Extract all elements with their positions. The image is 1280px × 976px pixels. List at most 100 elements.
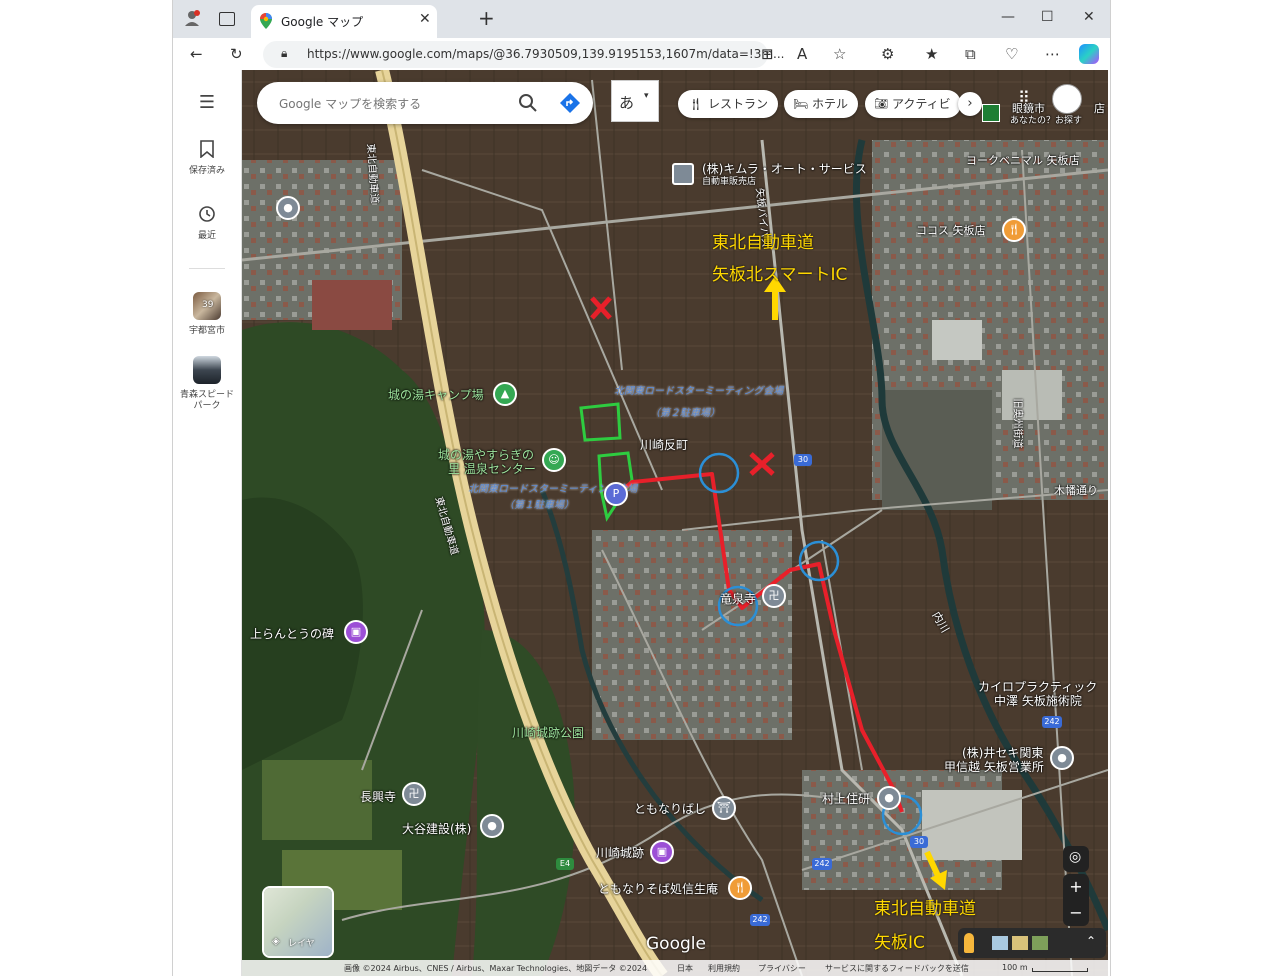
bookmark-icon[interactable] — [173, 140, 241, 162]
saved-label[interactable]: 保存済み — [173, 166, 241, 177]
label-iseki-2[interactable]: 甲信越 矢板営業所 — [944, 758, 1044, 775]
label-murakami[interactable]: 村上住研 — [822, 790, 870, 807]
label-ryusenji[interactable]: 竜泉寺 — [720, 590, 756, 607]
menu-icon[interactable]: ☰ — [173, 92, 241, 113]
chip-restaurant-label: レストラン — [708, 97, 769, 111]
recent-place-aomori-label[interactable]: 青森スピードパーク — [173, 390, 241, 412]
label-camp[interactable]: 城の湯キャンプ場 — [388, 386, 484, 403]
extensions-icon[interactable]: ⚙ — [881, 45, 894, 63]
zoom-in-button[interactable]: + — [1063, 874, 1089, 900]
app-available-icon[interactable]: ⊞ — [761, 45, 774, 63]
onsen-pin-icon[interactable]: ☺ — [542, 448, 566, 472]
label-tomonaribashi[interactable]: ともなりばし — [634, 800, 706, 817]
chip-activity[interactable]: 📷︎ アクティビ — [865, 90, 961, 118]
satellite-imagery[interactable] — [242, 70, 1108, 976]
favorite-star-icon[interactable]: ☆ — [833, 45, 846, 63]
castle-pin-icon[interactable]: ▣ — [650, 840, 674, 864]
store-pin-icon[interactable] — [982, 104, 1000, 122]
history-icon[interactable] — [173, 205, 241, 227]
recent-place-utsunomiya-label[interactable]: 宇都宮市 — [173, 326, 241, 337]
iseki-pin-icon[interactable]: ● — [1050, 746, 1074, 770]
footer-feedback-link[interactable]: サービスに関するフィードバックを送信 — [825, 963, 969, 974]
monument-pin-icon[interactable]: ▣ — [344, 620, 368, 644]
account-avatar[interactable] — [1052, 84, 1082, 114]
label-kawasaki-tanmachi[interactable]: 川崎反町 — [640, 436, 688, 453]
profile-icon[interactable] — [183, 9, 201, 27]
minimize-icon[interactable]: — — [1001, 9, 1015, 25]
ime-dropdown-icon[interactable]: ▾ — [644, 91, 649, 101]
bridge-pin-icon[interactable]: ⛩ — [712, 796, 736, 820]
annotation-south-ic-line2: 矢板IC — [874, 933, 925, 953]
lock-icon[interactable]: 🔒︎ — [281, 46, 287, 61]
soba-pin-icon[interactable]: 🍴︎ — [728, 876, 752, 900]
camera-icon: 📷︎ — [874, 97, 888, 110]
label-onsen-2[interactable]: 里 温泉センター — [448, 460, 536, 477]
parking-pin-icon[interactable]: P — [604, 482, 628, 506]
label-kawasaki-park[interactable]: 川崎城跡公園 — [512, 724, 584, 741]
pegman-icon[interactable] — [964, 933, 974, 953]
bottom-map-controls: ⌃ — [958, 928, 1106, 958]
label-york[interactable]: ヨークベニマル 矢板店 — [966, 152, 1080, 168]
label-kamiran[interactable]: 上らんとうの碑 — [250, 625, 334, 642]
footer-country[interactable]: 日本 — [677, 963, 693, 974]
route-shield-30-north: 30 — [794, 454, 812, 466]
label-kawasaki-castle[interactable]: 川崎城跡 — [596, 844, 644, 861]
recent-place-aomori[interactable] — [193, 356, 221, 384]
map-canvas[interactable]: あ ▾ 🍴︎ レストラン 🛏︎ ホテル 📷︎ アクティビ › ⠿ (株)キムラ・… — [242, 70, 1108, 976]
directions-icon[interactable] — [559, 92, 581, 114]
label-soba[interactable]: ともなりそば処信生庵 — [598, 880, 718, 897]
company-pin-icon[interactable]: ● — [480, 814, 504, 838]
scale-bar — [1032, 968, 1088, 972]
temple-pin-icon-chokoji[interactable]: 卍 — [402, 782, 426, 806]
browser-essentials-icon[interactable]: ♡ — [1005, 45, 1018, 63]
search-icon[interactable] — [517, 92, 539, 114]
camp-pin-icon[interactable]: ▲ — [493, 382, 517, 406]
layer-label: レイヤ — [288, 939, 315, 949]
chip-restaurant[interactable]: 🍴︎ レストラン — [678, 90, 778, 118]
reload-icon[interactable]: ↻ — [230, 45, 243, 63]
close-window-icon[interactable]: ✕ — [1083, 9, 1095, 25]
kimura-pin-icon[interactable] — [672, 163, 694, 185]
recent-label[interactable]: 最近 — [173, 231, 241, 242]
place-pin-icon[interactable]: ● — [276, 196, 300, 220]
url-bar[interactable]: 🔒︎ https://www.google.com/maps/@36.79305… — [263, 41, 785, 68]
more-menu-icon[interactable]: ⋯ — [1045, 45, 1060, 63]
label-chiro-2[interactable]: 中澤 矢板施術院 — [994, 692, 1082, 709]
collections-icon[interactable]: ⧉ — [965, 45, 976, 63]
title-bar: Google マップ ✕ + — ☐ ✕ — [173, 0, 1110, 38]
tab-google-maps[interactable]: Google マップ ✕ — [251, 5, 437, 38]
chips-next-button[interactable]: › — [958, 92, 982, 116]
layer-toggle-button[interactable]: ◈ レイヤ — [262, 886, 334, 958]
maximize-icon[interactable]: ☐ — [1041, 9, 1054, 25]
my-location-icon: ◎ — [1069, 849, 1082, 865]
my-location-button[interactable]: ◎ — [1063, 846, 1089, 872]
footer-privacy-link[interactable]: プライバシー — [758, 963, 806, 974]
scale-label[interactable]: 100 m — [1002, 963, 1028, 972]
footer-terms-link[interactable]: 利用規約 — [708, 963, 740, 974]
temple-pin-icon-ryusenji[interactable]: 卍 — [762, 584, 786, 608]
recent-place-utsunomiya[interactable]: 39 — [193, 292, 221, 320]
back-icon[interactable]: ← — [190, 45, 203, 63]
tab-actions-icon[interactable] — [219, 12, 235, 26]
top-right-place-2[interactable]: 店 — [1094, 100, 1105, 116]
zoom-out-button[interactable]: − — [1063, 900, 1089, 926]
search-input[interactable] — [277, 93, 511, 115]
restaurant-pin-icon[interactable]: 🍴︎ — [1002, 218, 1026, 242]
imagery-thumb-3[interactable] — [1032, 936, 1048, 950]
expand-controls-icon[interactable]: ⌃ — [1086, 934, 1096, 948]
label-chokoji[interactable]: 長興寺 — [360, 788, 396, 805]
label-kimura-sub: 自動車販売店 — [702, 177, 757, 187]
route-shield-242-a: 242 — [1042, 716, 1062, 728]
label-otani[interactable]: 大谷建設(株) — [402, 820, 471, 837]
ime-toggle[interactable]: あ ▾ — [611, 80, 659, 122]
read-aloud-icon[interactable]: A — [797, 45, 807, 63]
close-tab-icon[interactable]: ✕ — [419, 11, 431, 27]
label-cocos[interactable]: ココス 矢板店 — [916, 222, 986, 238]
copilot-icon[interactable] — [1079, 44, 1099, 64]
imagery-thumb-1[interactable] — [992, 936, 1008, 950]
new-tab-button[interactable]: + — [478, 6, 495, 30]
favorites-icon[interactable]: ★ — [925, 45, 938, 63]
chip-hotel[interactable]: 🛏︎ ホテル — [784, 90, 858, 118]
murakami-pin-icon[interactable]: ● — [877, 786, 901, 810]
imagery-thumb-2[interactable] — [1012, 936, 1028, 950]
